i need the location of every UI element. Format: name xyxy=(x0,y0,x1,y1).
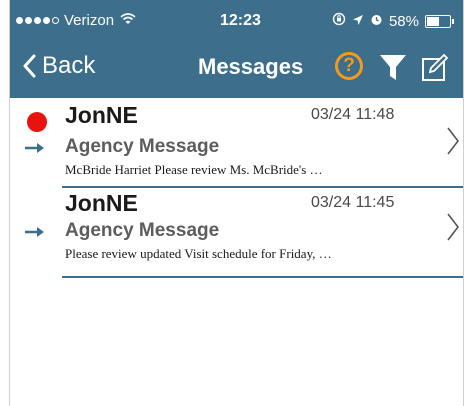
help-icon[interactable]: ? xyxy=(335,52,363,80)
message-subject: Agency Message xyxy=(65,220,220,241)
message-sender: JonNE xyxy=(65,190,138,216)
message-subject: Agency Message xyxy=(65,136,220,157)
status-bar: Verizon 12:23 58% xyxy=(10,0,463,44)
status-time: 12:23 xyxy=(220,12,261,29)
message-row[interactable]: JonNE 03/24 11:48 Agency Message McBride… xyxy=(10,98,463,188)
unread-indicator xyxy=(27,112,47,132)
battery-icon xyxy=(425,14,454,28)
chevron-right-icon xyxy=(447,127,460,155)
chevron-left-icon xyxy=(23,54,36,78)
alarm-icon xyxy=(370,13,383,30)
lock-rotation-icon xyxy=(332,12,346,30)
back-label: Back xyxy=(42,52,96,79)
message-preview: Please review updated Visit schedule for… xyxy=(65,246,332,261)
messages-list: JonNE 03/24 11:48 Agency Message McBride… xyxy=(10,98,463,278)
filter-icon[interactable] xyxy=(378,52,408,87)
arrow-right-icon xyxy=(25,143,44,153)
signal-dots-icon xyxy=(16,17,59,24)
message-sender: JonNE xyxy=(65,102,138,128)
chevron-right-icon xyxy=(447,213,460,241)
row-divider xyxy=(62,276,463,278)
navigation-bar: Back Messages ? xyxy=(10,40,463,98)
status-bar-right: 58% xyxy=(332,12,454,30)
location-arrow-icon xyxy=(352,13,364,30)
carrier-name: Verizon xyxy=(64,12,115,29)
arrow-right-icon xyxy=(25,227,44,237)
message-datetime: 03/24 11:48 xyxy=(311,106,395,123)
back-button[interactable]: Back xyxy=(22,52,95,80)
battery-percent: 58% xyxy=(388,12,419,30)
page-title: Messages xyxy=(198,54,304,79)
message-preview: McBride Harriet Please review Ms. McBrid… xyxy=(65,162,323,177)
message-datetime: 03/24 11:45 xyxy=(311,194,395,211)
wifi-icon xyxy=(120,12,136,29)
phone-screen: Verizon 12:23 58% Back Messages ? JonNE … xyxy=(9,0,464,406)
message-row[interactable]: JonNE 03/24 11:45 Agency Message Please … xyxy=(10,188,463,278)
status-bar-left: Verizon xyxy=(16,12,136,29)
compose-icon[interactable] xyxy=(420,51,450,88)
